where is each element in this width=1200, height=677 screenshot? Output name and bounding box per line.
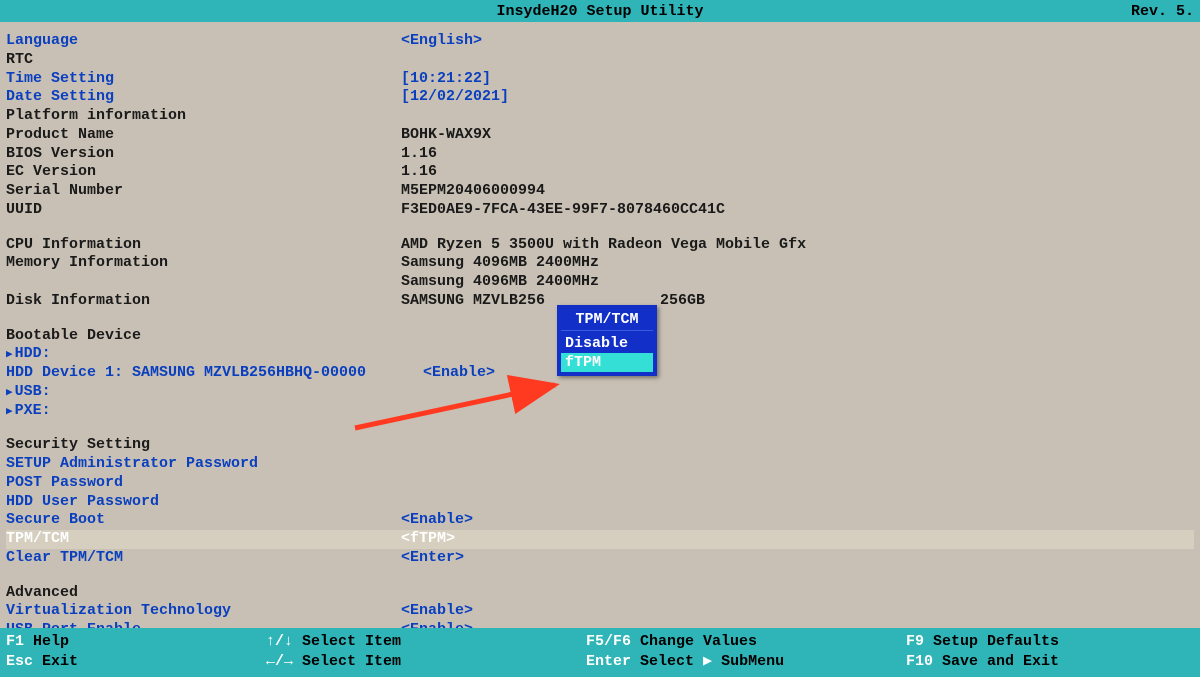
bios-row: BIOS Version 1.16	[6, 145, 1194, 164]
usb-submenu[interactable]: USB:	[6, 383, 1194, 402]
title-bar: InsydeH20 Setup Utility Rev. 5.	[0, 0, 1200, 22]
clear-tpm-row[interactable]: Clear TPM/TCM <Enter>	[6, 549, 1194, 568]
platform-header: Platform information	[6, 107, 1194, 126]
pxe-submenu[interactable]: PXE:	[6, 402, 1194, 421]
tpm-popup: TPM/TCM Disable fTPM	[557, 305, 657, 376]
uuid-row: UUID F3ED0AE9-7FCA-43EE-99F7-8078460CC41…	[6, 201, 1194, 220]
date-value: [12/02/2021]	[401, 88, 509, 107]
popup-option-disable[interactable]: Disable	[561, 334, 653, 353]
post-pw-row[interactable]: POST Password	[6, 474, 1194, 493]
cpu-value: AMD Ryzen 5 3500U with Radeon Vega Mobil…	[401, 236, 806, 255]
security-header: Security Setting	[6, 436, 1194, 455]
product-value: BOHK-WAX9X	[401, 126, 491, 145]
f5f6-key: F5/F6	[586, 633, 631, 650]
hdd-device-value: <Enable>	[423, 364, 495, 383]
cpu-row: CPU Information AMD Ryzen 5 3500U with R…	[6, 236, 1194, 255]
mem-value2: Samsung 4096MB 2400MHz	[401, 273, 599, 292]
rtc-row: RTC	[6, 51, 1194, 70]
app-title: InsydeH20 Setup Utility	[496, 3, 703, 20]
setup-admin-row[interactable]: SETUP Administrator Password	[6, 455, 1194, 474]
virt-value: <Enable>	[401, 602, 473, 621]
leftright-key: ←/→	[266, 653, 293, 670]
submenu-arrow-icon: ▶	[703, 653, 712, 670]
tpm-value: <fTPM>	[401, 530, 455, 549]
serial-value: M5EPM20406000994	[401, 182, 545, 201]
secureboot-value: <Enable>	[401, 511, 473, 530]
esc-key: Esc	[6, 653, 33, 670]
rtc-label: RTC	[6, 51, 401, 70]
date-row[interactable]: Date Setting [12/02/2021]	[6, 88, 1194, 107]
footer-help-bar: F1 Help ↑/↓ Select Item F5/F6 Change Val…	[0, 628, 1200, 677]
popup-option-ftpm[interactable]: fTPM	[561, 353, 653, 372]
advanced-header: Advanced	[6, 584, 1194, 603]
mem-row2: Samsung 4096MB 2400MHz	[6, 273, 1194, 292]
language-label: Language	[6, 32, 401, 51]
secureboot-row[interactable]: Secure Boot <Enable>	[6, 511, 1194, 530]
mem-value1: Samsung 4096MB 2400MHz	[401, 254, 599, 273]
clear-tpm-value: <Enter>	[401, 549, 464, 568]
popup-title: TPM/TCM	[561, 309, 653, 331]
tpm-row[interactable]: TPM/TCM <fTPM>	[6, 530, 1194, 549]
revision-text: Rev. 5.	[1131, 3, 1194, 20]
product-row: Product Name BOHK-WAX9X	[6, 126, 1194, 145]
hdd-pw-row[interactable]: HDD User Password	[6, 493, 1194, 512]
time-row[interactable]: Time Setting [10:21:22]	[6, 70, 1194, 89]
enter-key: Enter	[586, 653, 631, 670]
f10-key: F10	[906, 653, 933, 670]
date-label: Date Setting	[6, 88, 401, 107]
disk-pre: SAMSUNG MZVLB256	[401, 292, 545, 309]
bios-value: 1.16	[401, 145, 437, 164]
mem-row: Memory Information Samsung 4096MB 2400MH…	[6, 254, 1194, 273]
updown-key: ↑/↓	[266, 633, 293, 650]
language-row[interactable]: Language <English>	[6, 32, 1194, 51]
time-label: Time Setting	[6, 70, 401, 89]
disk-post: 256GB	[660, 292, 705, 309]
uuid-value: F3ED0AE9-7FCA-43EE-99F7-8078460CC41C	[401, 201, 725, 220]
virt-row[interactable]: Virtualization Technology <Enable>	[6, 602, 1194, 621]
ec-value: 1.16	[401, 163, 437, 182]
f1-key: F1	[6, 633, 24, 650]
language-value: <English>	[401, 32, 482, 51]
f9-key: F9	[906, 633, 924, 650]
ec-row: EC Version 1.16	[6, 163, 1194, 182]
serial-row: Serial Number M5EPM20406000994	[6, 182, 1194, 201]
time-value: [10:21:22]	[401, 70, 491, 89]
